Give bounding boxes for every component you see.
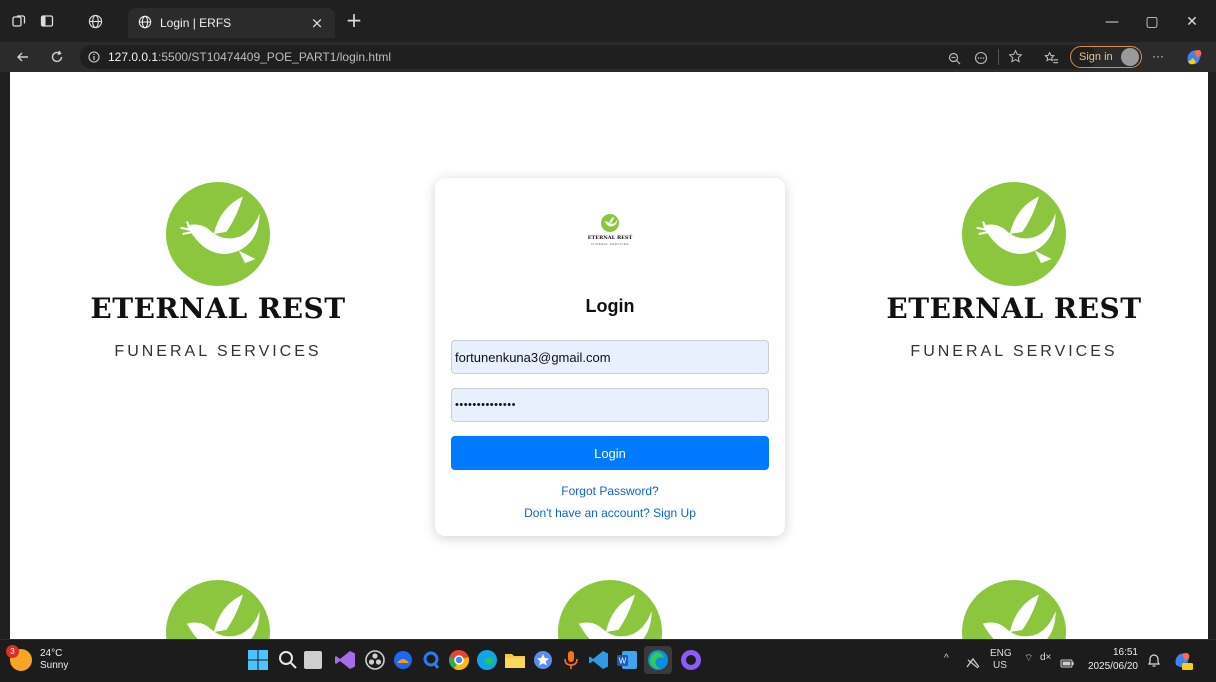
file-explorer-icon[interactable] [504,650,526,674]
restore-button[interactable]: ▢ [1136,10,1168,34]
favorites-icon[interactable] [1044,50,1059,69]
chrome-icon[interactable] [448,649,470,675]
url-text: 127.0.0.1:5500/ST10474409_POE_PART1/logi… [108,50,391,64]
card-logo-subtitle: FUNERAL SERVICES [591,242,629,246]
wifi-icon[interactable]: ⌔ [1024,652,1033,665]
visual-studio-icon[interactable] [334,649,356,675]
language-indicator[interactable]: ENG US [990,648,1012,672]
tray-chevron-icon[interactable]: ^ [944,653,949,664]
brand-block-right: ETERNAL REST FUNERAL SERVICES [864,182,1164,361]
edge-icon-active[interactable] [644,646,672,674]
brand-name: ETERNAL REST [90,292,346,325]
weather-badge: 3 [6,645,19,658]
refresh-button[interactable] [46,46,68,68]
start-icon[interactable] [248,650,268,674]
close-tab-icon[interactable]: × [309,14,325,32]
sun-icon: 3 [6,645,32,671]
dove-logo-icon [558,580,662,639]
dove-logo-icon [166,182,270,286]
volume-icon[interactable]: d× [1040,652,1051,663]
brand-subtitle: FUNERAL SERVICES [910,343,1118,360]
clock-time: 16:51 [1112,647,1138,658]
brand-name: ETERNAL REST [886,292,1142,325]
search-icon[interactable] [278,650,298,674]
obs-icon[interactable] [364,649,386,675]
windows-taskbar: 3 24°C Sunny W ^ ENG US ⌔ d× 16:51 2025/… [0,639,1216,682]
copilot-icon[interactable] [1184,47,1204,71]
app-icon-blue-orange[interactable] [392,649,414,675]
url-host: 127.0.0.1 [108,50,159,64]
tab-actions-icon[interactable] [38,12,56,30]
weather-widget[interactable]: 3 24°C Sunny [6,645,68,672]
info-icon[interactable] [88,48,100,67]
clock[interactable]: 16:51 2025/06/20 [1080,646,1138,674]
dove-logo-icon [962,580,1066,639]
minimize-button[interactable]: — [1096,10,1128,34]
browser-titlebar: Login | ERFS × + — ▢ ✕ [0,0,1216,42]
globe-icon[interactable] [86,12,104,30]
sign-in-button[interactable]: Sign in [1070,46,1142,68]
vscode-icon[interactable] [588,649,610,675]
tab-title: Login | ERFS [160,16,232,30]
dove-logo-icon [166,580,270,639]
brand-block-left: ETERNAL REST FUNERAL SERVICES [68,182,368,361]
url-path: :5500/ST10474409_POE_PART1/login.html [158,50,392,64]
password-input[interactable] [451,388,769,422]
sign-in-label: Sign in [1079,51,1113,63]
app-icon-q[interactable] [420,649,442,675]
address-bar[interactable]: 127.0.0.1:5500/ST10474409_POE_PART1/logi… [80,45,1096,69]
battery-icon[interactable] [1060,654,1074,673]
forgot-password-link[interactable]: Forgot Password? [435,484,785,498]
zoom-icon[interactable] [948,50,961,69]
login-button[interactable]: Login [451,436,769,470]
dove-logo-icon [601,214,619,232]
email-input[interactable] [451,340,769,374]
login-title: Login [585,296,635,316]
tray-app-icon[interactable] [966,654,980,673]
github-icon[interactable] [680,649,702,675]
clock-date: 2025/06/20 [1087,661,1138,672]
close-window-button[interactable]: ✕ [1176,10,1208,34]
login-card: ETERNAL REST FUNERAL SERVICES Login Logi… [435,178,785,536]
microphone-icon[interactable] [560,649,582,675]
globe-icon [138,14,152,33]
weather-text: 24°C Sunny [40,648,68,672]
brand-subtitle: FUNERAL SERVICES [114,343,322,360]
address-divider [998,49,999,65]
app-icon-star[interactable] [532,649,554,675]
notification-bell-icon[interactable] [1146,652,1162,672]
card-logo-name: ETERNAL REST [587,235,633,241]
new-tab-button[interactable]: + [344,10,364,30]
weather-temp: 24°C [40,648,63,659]
favorite-star-icon[interactable] [1008,49,1023,68]
back-button[interactable] [12,46,34,68]
language-bottom: US [993,660,1007,671]
task-view-icon[interactable] [304,651,322,669]
reading-view-icon[interactable] [974,50,988,69]
dove-logo-icon [962,182,1066,286]
card-logo: ETERNAL REST FUNERAL SERVICES [583,214,637,246]
edge-dev-icon[interactable] [476,649,498,675]
tab-login[interactable]: Login | ERFS × [128,8,335,38]
settings-menu-icon[interactable]: ··· [1152,49,1164,63]
weather-desc: Sunny [40,660,69,671]
word-icon[interactable]: W [616,649,638,675]
workspaces-icon[interactable] [10,12,28,30]
language-top: ENG [990,648,1012,659]
sign-up-link[interactable]: Don't have an account? Sign Up [435,506,785,520]
copilot-pre-icon[interactable] [1172,649,1194,675]
svg-text:W: W [619,657,627,666]
browser-navbar: 127.0.0.1:5500/ST10474409_POE_PART1/logi… [0,42,1216,72]
page-viewport: ETERNAL REST FUNERAL SERVICES ETERNAL RE… [10,72,1208,639]
profile-avatar-icon [1121,48,1139,66]
